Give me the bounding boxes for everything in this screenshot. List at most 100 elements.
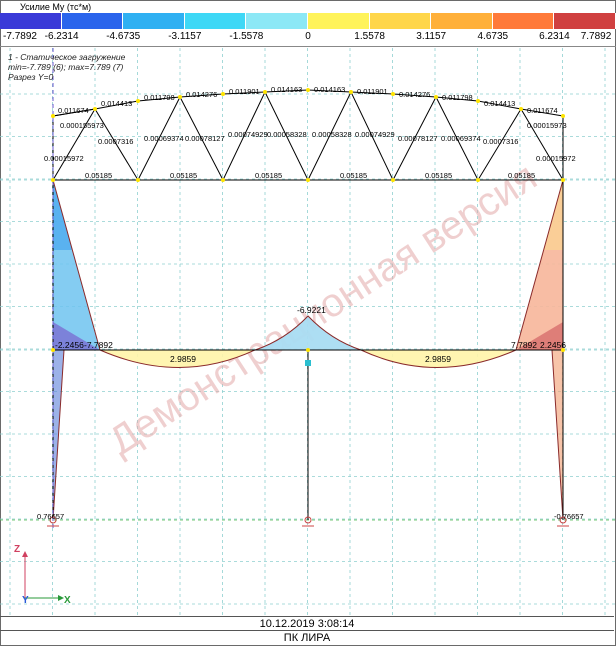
truss-diag-value: 0.00078127 bbox=[398, 134, 438, 143]
truss-top-value: 0.014276 bbox=[399, 90, 430, 99]
truss-post-value-left: 0.00015972 bbox=[44, 154, 84, 163]
color-scale-tick: -4.6735 bbox=[106, 31, 141, 42]
truss-node-bottom bbox=[51, 178, 55, 182]
truss-diag-value: 0.00058328 bbox=[312, 130, 352, 139]
load-case-title: 1 - Статическое загружение bbox=[8, 52, 126, 62]
center-node-marker[interactable] bbox=[305, 360, 311, 366]
truss-node-top bbox=[476, 99, 480, 103]
truss-node-top bbox=[349, 90, 353, 94]
truss-node-top bbox=[51, 114, 55, 118]
truss-chord-value: 0.05185 bbox=[508, 171, 535, 180]
truss-value-labels: 0.011674 0.014413 0.011798 0.014276 0.011901… bbox=[44, 85, 576, 180]
axis-z-label: Z bbox=[14, 544, 20, 555]
truss-diag-value: 0.00069374 bbox=[441, 134, 481, 143]
truss-diag-value: 0.0007316 bbox=[483, 137, 518, 146]
color-scale-tick: 6.2314 bbox=[539, 31, 570, 42]
truss-node-top bbox=[178, 95, 182, 99]
truss-node-bottom bbox=[306, 178, 310, 182]
truss-top-value: 0.014163 bbox=[271, 85, 302, 94]
truss-top-value: 0.011901 bbox=[229, 87, 260, 96]
color-scale-segment[interactable] bbox=[123, 13, 185, 29]
truss-diag-value: 0.00058328 bbox=[267, 130, 307, 139]
color-scale-segment[interactable] bbox=[308, 13, 370, 29]
label-right-end: 2.2456 bbox=[540, 340, 566, 350]
legend-divider bbox=[0, 46, 616, 47]
color-scale-segment[interactable] bbox=[184, 13, 247, 29]
color-scale-segment[interactable] bbox=[0, 13, 62, 29]
truss-top-value: 0.014413 bbox=[101, 99, 132, 108]
truss-top-value: 0.014413 bbox=[484, 99, 515, 108]
truss-diag-value: 0.00074929 bbox=[228, 130, 268, 139]
label-left-end: -2.2456 bbox=[55, 340, 84, 350]
truss-chord-value: 0.05185 bbox=[85, 171, 112, 180]
truss-chord-value: 0.05185 bbox=[255, 171, 282, 180]
truss-node-top bbox=[434, 95, 438, 99]
label-support-right: -0.76657 bbox=[554, 512, 584, 521]
color-scale-tick: -1.5578 bbox=[229, 31, 264, 42]
color-scale-segment[interactable] bbox=[61, 13, 124, 29]
truss-top-value: 0.011798 bbox=[442, 93, 473, 102]
label-mid: -6.9221 bbox=[297, 305, 326, 315]
color-scale-segment[interactable] bbox=[369, 13, 432, 29]
truss-node-top bbox=[561, 114, 565, 118]
truss-chord-value: 0.05185 bbox=[340, 171, 367, 180]
truss-diag-value: 0.00078127 bbox=[185, 134, 225, 143]
color-scale-tick: -7.7892 bbox=[3, 31, 37, 42]
truss-chord-value: 0.05185 bbox=[425, 171, 452, 180]
truss-node-top bbox=[519, 107, 523, 111]
truss-node-top bbox=[136, 99, 140, 103]
color-scale-segment[interactable] bbox=[554, 13, 616, 29]
color-scale-tick: -3.1157 bbox=[168, 31, 202, 42]
legend-title: Усилие My (тс*м) bbox=[20, 2, 92, 12]
section-label: Разрез Y=0 bbox=[8, 72, 54, 82]
timestamp-bar: 10.12.2019 3:08:14 bbox=[0, 616, 614, 631]
load-case-info: 1 - Статическое загружение min=-7.789 (6… bbox=[8, 52, 125, 82]
color-scale-segment[interactable] bbox=[246, 13, 308, 29]
truss-node-top bbox=[306, 88, 310, 92]
label-support-left: 0.76657 bbox=[37, 512, 64, 521]
color-scale-segment[interactable] bbox=[431, 13, 493, 29]
truss-node-top bbox=[263, 90, 267, 94]
truss-top-value: 0.011674 bbox=[58, 106, 89, 115]
label-span-left: 2.9859 bbox=[170, 354, 196, 364]
axis-x-label: X bbox=[64, 595, 71, 606]
color-scale-tick: 0 bbox=[305, 31, 311, 42]
color-scale-bar[interactable] bbox=[0, 13, 616, 30]
truss-node-bottom bbox=[476, 178, 480, 182]
moment-diagram[interactable]: Демонстрационная версия 0.0116740.014413… bbox=[0, 48, 616, 616]
label-left-col: -7.7892 bbox=[84, 340, 113, 350]
truss-diag-value: 0.00069374 bbox=[144, 134, 184, 143]
color-scale-tick: 1.5578 bbox=[354, 31, 385, 42]
label-right-col: 7.7892 bbox=[511, 340, 537, 350]
truss-node-bottom bbox=[391, 178, 395, 182]
color-scale-labels: -7.7892 -6.2314 -4.6735 -3.1157 -1.5578 0 1.55… bbox=[0, 31, 616, 44]
truss-diag-value: 0.000155973 bbox=[60, 121, 104, 130]
axis-y-label: Y bbox=[22, 595, 29, 606]
color-scale-tick: 4.6735 bbox=[477, 31, 509, 42]
truss-chord-value: 0.05185 bbox=[170, 171, 197, 180]
load-case-minmax: min=-7.789 (6); max=7.789 (7) bbox=[8, 62, 124, 72]
truss-node-top bbox=[391, 92, 395, 96]
color-scale-tick: -6.2314 bbox=[44, 31, 79, 42]
truss-post-value-right: 0.00015972 bbox=[536, 154, 576, 163]
truss-top-value: 0.014163 bbox=[314, 85, 345, 94]
truss-diag-value: 0.00015973 bbox=[527, 121, 567, 130]
truss-top-value: 0.011901 bbox=[357, 87, 388, 96]
truss-node-bottom bbox=[136, 178, 140, 182]
truss-node-bottom bbox=[221, 178, 225, 182]
truss-top-value: 0.011674 bbox=[527, 106, 558, 115]
app-name-bar: ПК ЛИРА bbox=[0, 630, 614, 646]
axes-triad: Z Y X bbox=[14, 544, 71, 606]
color-scale-tick: 3.1157 bbox=[416, 31, 447, 42]
color-scale-segment[interactable] bbox=[492, 13, 555, 29]
beam-node bbox=[306, 348, 310, 352]
truss-top-value: 0.014276 bbox=[186, 90, 217, 99]
truss-node-top bbox=[221, 92, 225, 96]
label-span-right: 2.9859 bbox=[425, 354, 451, 364]
truss-diag-value: 0.0007316 bbox=[98, 137, 133, 146]
truss-node-top bbox=[93, 107, 97, 111]
color-scale-tick: 7.7892 bbox=[580, 31, 612, 42]
truss-node-bottom bbox=[561, 178, 565, 182]
truss-top-value: 0.011798 bbox=[144, 93, 175, 102]
truss-diag-value: 0.00074929 bbox=[355, 130, 395, 139]
